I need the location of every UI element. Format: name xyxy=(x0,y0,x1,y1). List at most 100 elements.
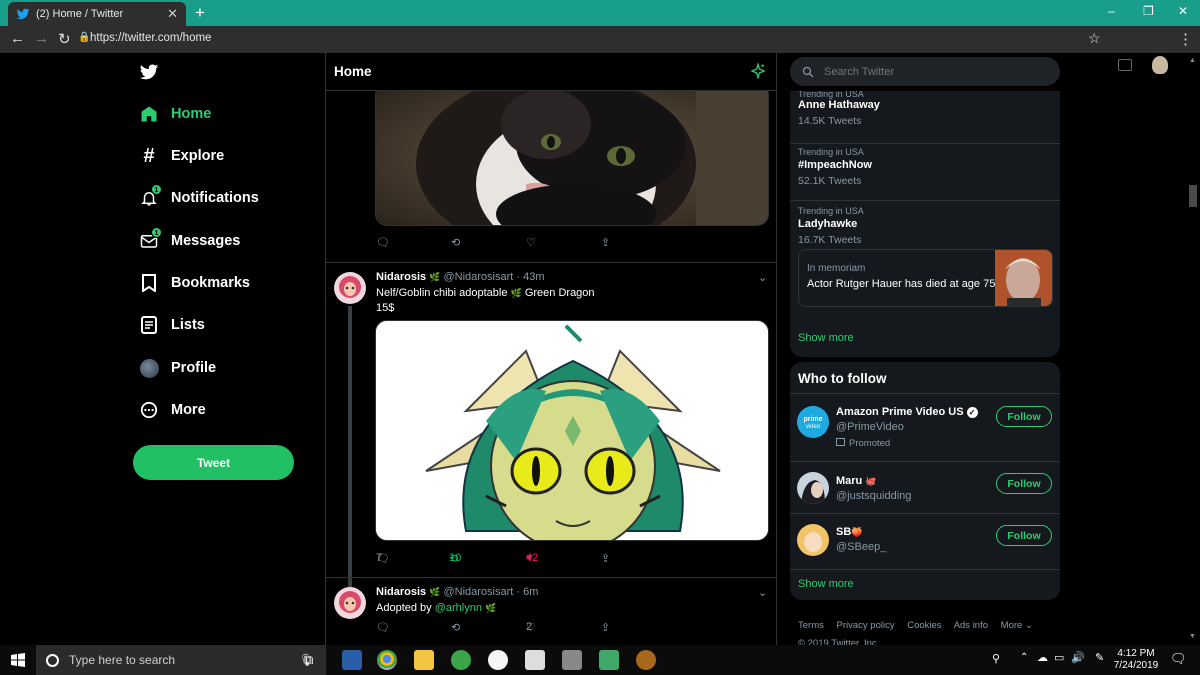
search-input[interactable] xyxy=(824,65,1024,78)
nav-item-messages[interactable]: 1 Messages xyxy=(138,226,240,256)
extension-icon[interactable] xyxy=(1118,59,1132,71)
user-name[interactable]: Nidarosis xyxy=(376,271,426,283)
nav-item-home[interactable]: Home xyxy=(138,99,211,129)
user-handle[interactable]: @Nidarosisart xyxy=(443,271,513,283)
show-more-link[interactable]: Show more xyxy=(798,578,854,590)
retweet-icon[interactable]: ⟲ xyxy=(451,236,460,249)
share-icon[interactable]: ⇪ xyxy=(601,236,610,249)
network-icon[interactable]: ▭ xyxy=(1054,651,1064,664)
scroll-up-icon[interactable]: ▲ xyxy=(1189,57,1196,64)
back-arrow-icon[interactable]: ← xyxy=(10,30,25,47)
footer-link-cookies[interactable]: Cookies xyxy=(907,620,941,631)
avatar[interactable] xyxy=(334,272,366,304)
user-handle[interactable]: @Nidarosisart xyxy=(443,586,513,598)
itunes-icon[interactable] xyxy=(488,650,508,670)
app-icon-gray[interactable] xyxy=(525,650,545,670)
tweet-time[interactable]: · 6m xyxy=(516,586,538,598)
kebab-menu-icon[interactable]: ⋮ xyxy=(1178,30,1193,48)
file-explorer-icon[interactable] xyxy=(414,650,434,670)
chrome-icon[interactable] xyxy=(377,650,397,670)
chevron-up-icon[interactable]: ⌃ xyxy=(1020,652,1028,663)
cat-photo xyxy=(376,84,768,225)
app-icon-generic[interactable] xyxy=(342,650,362,670)
new-tab-button[interactable]: + xyxy=(195,3,205,23)
follow-suggestion[interactable]: SB🍑 @SBeep_ Follow xyxy=(790,513,1060,569)
trend-item[interactable]: Trending in USA Anne Hathaway 14.5K Twee… xyxy=(790,91,1060,144)
reply-button[interactable]: 🗨 7 xyxy=(376,552,396,565)
nav-item-explore[interactable]: # Explore xyxy=(138,141,224,171)
follow-button[interactable]: Follow xyxy=(996,473,1052,494)
app-icon-shield[interactable] xyxy=(562,650,582,670)
reload-icon[interactable]: ↻ xyxy=(58,30,71,48)
windows-start-icon[interactable] xyxy=(11,653,25,667)
like-button[interactable]: ♥ 42 xyxy=(526,552,542,564)
share-icon[interactable]: ⇪ xyxy=(601,552,610,565)
page-scrollbar[interactable]: ▲ ▼ xyxy=(1186,53,1200,645)
reply-icon[interactable]: 🗨 xyxy=(376,621,390,634)
left-sidebar: Home # Explore 1 Notifications 1 Message… xyxy=(130,53,325,645)
tweet-media-image[interactable] xyxy=(375,320,769,541)
trend-item[interactable]: Trending in USA #ImpeachNow 52.1K Tweets xyxy=(790,144,1060,201)
tweet-button[interactable]: Tweet xyxy=(133,445,294,480)
like-icon[interactable]: ♡ xyxy=(526,236,536,249)
nav-item-more[interactable]: More xyxy=(138,395,206,425)
tab-close-icon[interactable]: ✕ xyxy=(167,6,178,22)
mention-link[interactable]: @arhlynn xyxy=(435,602,482,614)
retweet-button[interactable]: ⟲ 10 xyxy=(449,552,464,565)
volume-icon[interactable]: 🔊 xyxy=(1071,651,1085,664)
herb-emoji: 🌿 xyxy=(510,288,522,298)
sparkle-icon[interactable] xyxy=(750,63,766,79)
show-more-link[interactable]: Show more xyxy=(798,332,854,344)
nav-item-profile[interactable]: Profile xyxy=(138,353,216,383)
tweet-media-image[interactable] xyxy=(375,83,769,226)
follow-button[interactable]: Follow xyxy=(996,406,1052,427)
follow-suggestion[interactable]: prime video Amazon Prime Video US ✓ @Prim… xyxy=(790,393,1060,461)
follow-suggestion[interactable]: Maru 🐙 @justsquidding Follow xyxy=(790,461,1060,513)
action-center-icon[interactable]: 🗨 xyxy=(1170,651,1187,667)
search-bar[interactable] xyxy=(790,57,1060,86)
cloud-icon[interactable]: ☁ xyxy=(1037,651,1048,664)
retweet-icon[interactable]: ⟲ xyxy=(451,621,460,634)
reply-icon[interactable]: 🗨 xyxy=(376,236,390,249)
like-button[interactable]: ♡ 2 xyxy=(526,621,542,634)
profile-avatar-icon[interactable] xyxy=(1152,56,1168,74)
share-icon[interactable]: ⇪ xyxy=(601,621,610,634)
app-icon-green[interactable] xyxy=(451,650,471,670)
tweet-time[interactable]: · 43m xyxy=(516,271,544,283)
task-view-icon[interactable]: ⧉ xyxy=(304,652,313,668)
nav-item-lists[interactable]: Lists xyxy=(138,310,205,340)
home-icon xyxy=(138,103,160,125)
tweet-actions: 🗨 ⟲ ♡ 2 ⇪ xyxy=(376,621,616,639)
pen-icon[interactable]: ✎ xyxy=(1095,651,1104,664)
warcraft-icon[interactable] xyxy=(636,650,656,670)
divider xyxy=(790,569,1060,570)
close-window-button[interactable]: ✕ xyxy=(1178,4,1188,18)
chevron-down-icon[interactable]: ⌄ xyxy=(758,271,767,284)
url-field[interactable]: https://twitter.com/home xyxy=(90,32,211,44)
user-name[interactable]: Nidarosis xyxy=(376,586,426,598)
system-clock[interactable]: 4:12 PM 7/24/2019 xyxy=(1111,648,1161,672)
forward-arrow-icon[interactable]: → xyxy=(34,30,49,47)
twitter-logo-icon[interactable] xyxy=(138,62,160,82)
footer-link-privacy[interactable]: Privacy policy xyxy=(837,620,895,631)
nav-item-notifications[interactable]: 1 Notifications xyxy=(138,183,259,213)
app-icon-chat[interactable] xyxy=(599,650,619,670)
people-icon[interactable]: ⚲ xyxy=(992,652,1000,665)
footer-link-more[interactable]: More ⌄ xyxy=(1001,620,1033,631)
maximize-button[interactable]: ❐ xyxy=(1143,4,1154,18)
browser-tab[interactable]: (2) Home / Twitter ✕ xyxy=(8,2,186,26)
footer-link-ads[interactable]: Ads info xyxy=(954,620,988,631)
taskbar-search[interactable]: Type here to search 🎙 xyxy=(36,645,326,675)
scroll-thumb[interactable] xyxy=(1189,185,1197,207)
news-card[interactable]: In memoriam Actor Rutger Hauer has died … xyxy=(798,249,1053,307)
section-title: Who to follow xyxy=(798,371,887,386)
footer-link-terms[interactable]: Terms xyxy=(798,620,824,631)
avatar[interactable] xyxy=(334,587,366,619)
scroll-down-icon[interactable]: ▼ xyxy=(1189,633,1196,640)
follow-button[interactable]: Follow xyxy=(996,525,1052,546)
chevron-down-icon[interactable]: ⌄ xyxy=(758,586,767,599)
user-handle: @justsquidding xyxy=(836,490,912,502)
star-icon[interactable]: ☆ xyxy=(1088,30,1101,47)
nav-item-bookmarks[interactable]: Bookmarks xyxy=(138,268,250,298)
minimize-button[interactable]: – xyxy=(1108,4,1115,18)
